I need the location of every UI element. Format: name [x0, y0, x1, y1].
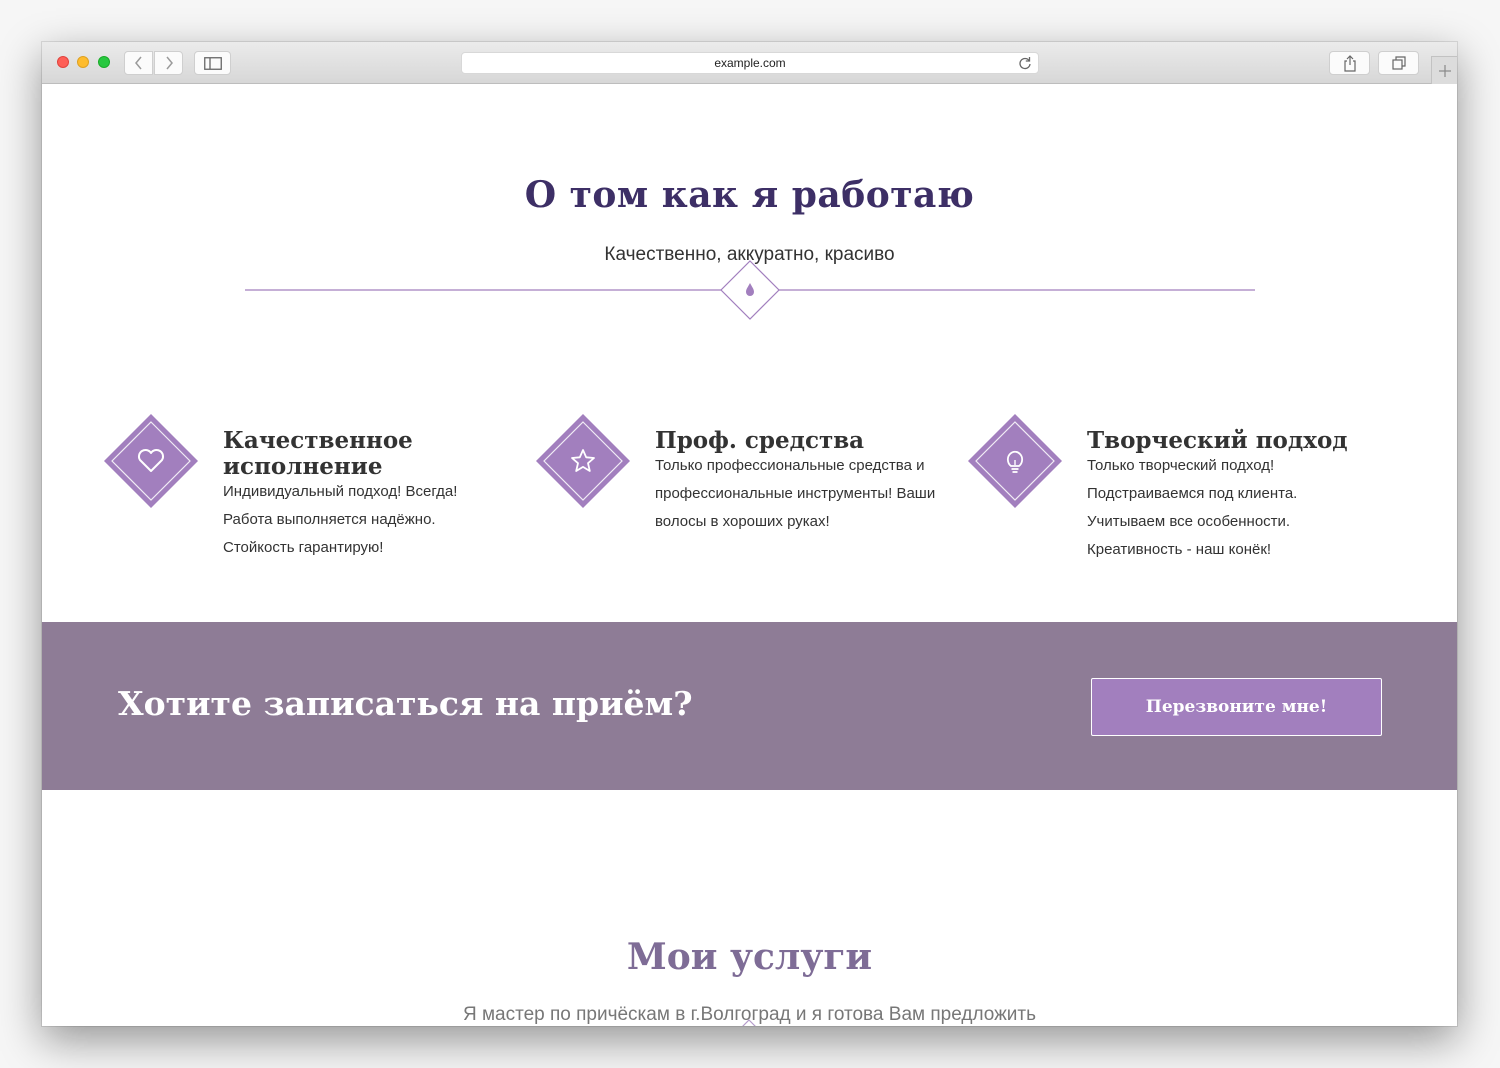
chevron-left-icon: [134, 56, 142, 70]
new-tab-button[interactable]: [1431, 56, 1457, 84]
close-window-button[interactable]: [57, 56, 69, 68]
feature-badge: [968, 414, 1062, 508]
appointment-title: Хотите записаться на приём?: [118, 684, 693, 723]
feature-text-line: волосы в хороших руках!: [655, 513, 830, 530]
feature-creative: Творческий подход Только творческий подх…: [968, 414, 1388, 584]
section-divider: [245, 260, 1255, 320]
feature-badge: [536, 414, 630, 508]
back-button[interactable]: [124, 51, 153, 75]
feature-text-line: Стойкость гарантирую!: [223, 539, 384, 556]
browser-toolbar: example.com: [42, 42, 1457, 84]
chevron-right-icon: [165, 56, 173, 70]
tabs-overview-button[interactable]: [1378, 51, 1419, 75]
url-text: example.com: [714, 56, 786, 70]
feature-text: Только творческий подход! Подстраиваемся…: [1087, 452, 1387, 564]
feature-text-line: Учитываем все особенности.: [1087, 513, 1291, 530]
feature-text-line: Только профессиональные средства и: [655, 457, 925, 474]
callback-button[interactable]: Перезвоните мне!: [1091, 678, 1382, 736]
feature-text-line: Подстраиваемся под клиента.: [1087, 485, 1298, 502]
feature-quality: Качественное исполнение Индивидуальный п…: [104, 414, 524, 584]
share-icon: [1343, 54, 1356, 72]
feature-title: Качественное исполнение: [223, 427, 413, 480]
plus-icon: [1438, 64, 1451, 77]
minimize-window-button[interactable]: [77, 56, 89, 68]
feature-text-line: Работа выполняется надёжно.: [223, 511, 436, 528]
share-button[interactable]: [1329, 51, 1370, 75]
feature-title: Творческий подход: [1087, 427, 1348, 454]
address-bar[interactable]: example.com: [461, 52, 1039, 74]
section-title-services: Мои услуги: [626, 936, 873, 978]
feature-badge: [104, 414, 198, 508]
feature-title: Проф. средства: [655, 427, 865, 454]
feature-pro-products: Проф. средства Только профессиональные с…: [536, 414, 956, 584]
feature-text: Только профессиональные средства и профе…: [655, 452, 955, 536]
browser-window: example.com О том как я работаю Качестве…: [42, 42, 1457, 1026]
feature-text: Индивидуальный подход! Всегда! Работа вы…: [223, 478, 523, 562]
tabs-icon: [1391, 56, 1406, 70]
zoom-window-button[interactable]: [98, 56, 110, 68]
forward-button[interactable]: [154, 51, 183, 75]
feature-text-line: Креативность - наш конёк!: [1087, 541, 1272, 558]
sidebar-toggle-button[interactable]: [194, 51, 231, 75]
feature-text-line: Индивидуальный подход! Всегда!: [223, 483, 458, 500]
feature-text-line: Только творческий подход!: [1087, 457, 1275, 474]
services-divider: [742, 1019, 756, 1026]
sidebar-icon: [203, 56, 222, 70]
section-title-how-i-work: О том как я работаю: [524, 174, 975, 216]
feature-text-line: профессиональные инструменты! Ваши: [655, 485, 936, 502]
page-content: О том как я работаю Качественно, аккурат…: [42, 84, 1457, 1026]
appointment-banner: Хотите записаться на приём? Перезвоните …: [42, 622, 1457, 790]
reload-icon[interactable]: [1018, 56, 1032, 70]
